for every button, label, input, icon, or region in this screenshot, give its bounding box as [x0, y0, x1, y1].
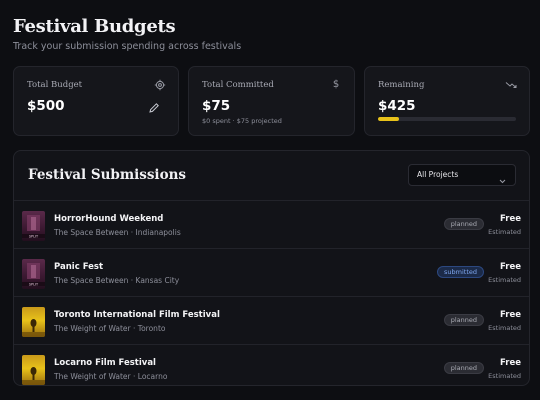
status-badge: planned: [443, 314, 484, 326]
fee-note: Estimated: [488, 324, 521, 332]
committed-breakdown: $0 spent · $75 projected: [202, 117, 282, 125]
submission-row[interactable]: Toronto International Film Festival The …: [14, 296, 529, 344]
fee-value: Free: [500, 262, 521, 272]
festival-project-location: The Space Between · Indianapolis: [54, 228, 181, 237]
total-budget-value: $500: [27, 98, 65, 114]
status-badge: submitted: [437, 266, 484, 278]
submission-row[interactable]: SPLIT Panic Fest The Space Between · Kan…: [14, 248, 529, 296]
submission-row[interactable]: SPLIT HorrorHound Weekend The Space Betw…: [14, 200, 529, 248]
trend-down-icon: [505, 79, 517, 91]
fee-value: Free: [500, 310, 521, 320]
festival-name: HorrorHound Weekend: [54, 214, 164, 224]
fee-note: Estimated: [488, 228, 521, 236]
page-subtitle: Track your submission spending across fe…: [13, 41, 242, 52]
project-filter-value: All Projects: [417, 170, 459, 179]
total-committed-card: Total Committed $ $75 $0 spent · $75 pro…: [188, 66, 355, 136]
fee-note: Estimated: [488, 372, 521, 380]
remaining-label: Remaining: [378, 80, 425, 90]
remaining-card: Remaining $425: [364, 66, 530, 136]
festival-project-location: The Weight of Water · Toronto: [54, 324, 166, 333]
total-budget-label: Total Budget: [27, 80, 83, 90]
fee-value: Free: [500, 214, 521, 224]
svg-text:SPLIT: SPLIT: [29, 234, 39, 238]
festival-poster-thumbnail: SPLIT: [22, 211, 45, 241]
page-title: Festival Budgets: [13, 16, 176, 37]
chevron-down-icon: [498, 171, 507, 184]
fee-value: Free: [500, 358, 521, 368]
total-committed-label: Total Committed: [202, 80, 274, 90]
festival-poster-thumbnail: [22, 355, 45, 385]
festival-project-location: The Space Between · Kansas City: [54, 276, 180, 285]
pencil-edit-icon[interactable]: [148, 99, 160, 113]
settings-gear-icon[interactable]: [154, 79, 166, 91]
festival-project-location: The Weight of Water · Locarno: [54, 372, 168, 381]
festival-name: Toronto International Film Festival: [54, 310, 220, 320]
remaining-progress-fill: [378, 117, 399, 121]
festival-name: Locarno Film Festival: [54, 358, 156, 368]
submissions-title: Festival Submissions: [28, 167, 186, 183]
festival-submissions-panel: Festival Submissions All Projects SPLIT …: [13, 150, 530, 386]
svg-text:SPLIT: SPLIT: [29, 282, 39, 286]
project-filter-select[interactable]: All Projects: [408, 164, 516, 186]
total-budget-card: Total Budget $500: [13, 66, 179, 136]
dollar-icon: $: [332, 79, 340, 90]
fee-note: Estimated: [488, 276, 521, 284]
total-committed-value: $75: [202, 98, 231, 114]
festival-poster-thumbnail: SPLIT: [22, 259, 45, 289]
status-badge: planned: [443, 218, 484, 230]
submission-row[interactable]: Locarno Film Festival The Weight of Wate…: [14, 344, 529, 385]
festival-poster-thumbnail: [22, 307, 45, 337]
remaining-progress-bar: [378, 117, 516, 121]
remaining-value: $425: [378, 98, 416, 114]
festival-name: Panic Fest: [54, 262, 104, 272]
status-badge: planned: [443, 362, 484, 374]
